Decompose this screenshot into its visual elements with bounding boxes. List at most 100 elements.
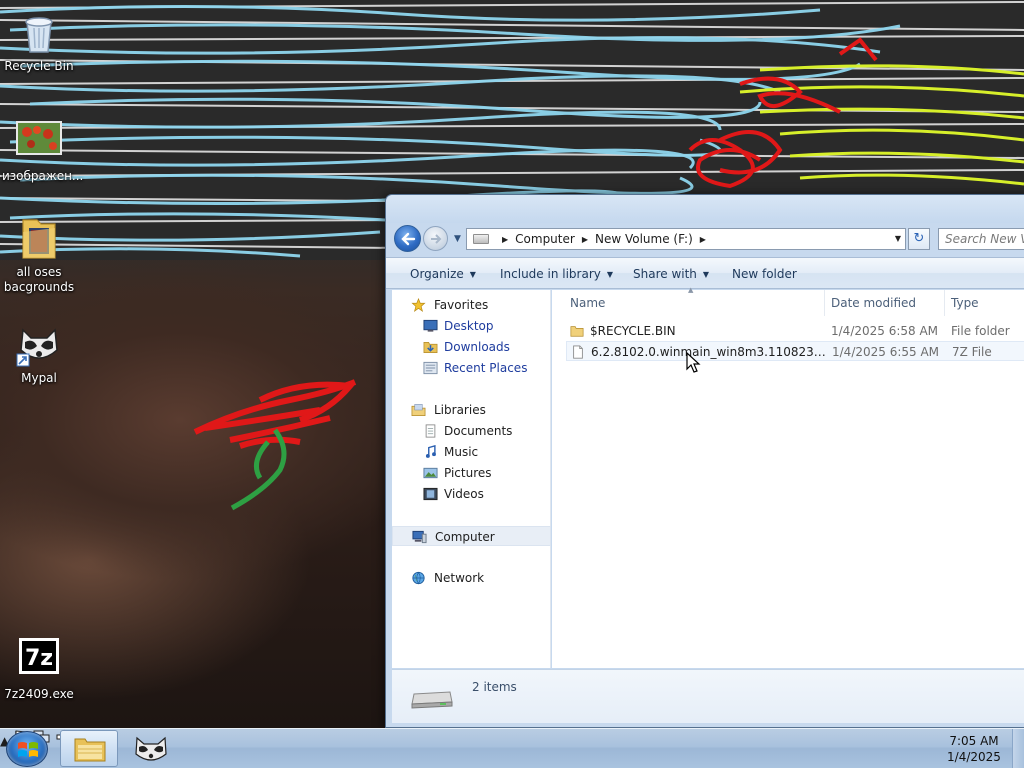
nav-libraries-label: Libraries: [434, 403, 486, 417]
mypal-icon: [135, 736, 167, 761]
recent-places-icon: [423, 361, 438, 375]
address-bar[interactable]: ▶ Computer ▶ New Volume (F:) ▶ ▼: [466, 228, 906, 250]
desktop-icon-mypal[interactable]: Mypal: [0, 320, 78, 386]
chevron-right-icon[interactable]: ▶: [502, 235, 508, 244]
windows-logo-icon: [18, 742, 38, 757]
svg-text:7z: 7z: [25, 646, 53, 671]
recycle-bin-icon: [15, 8, 63, 56]
explorer-window[interactable]: ▼ ▶ Computer ▶ New Volume (F:) ▶ ▼ ↻ Sea…: [385, 194, 1024, 728]
desktop-icon-image-file[interactable]: изображен...: [0, 118, 84, 184]
nav-videos[interactable]: Videos: [392, 484, 551, 504]
nav-videos-label: Videos: [444, 487, 484, 501]
desktop-icon-label: all oses bacgrounds: [3, 265, 75, 294]
desktop-icon-label: изображен...: [2, 169, 84, 183]
file-icon: [573, 345, 583, 359]
navigation-row: ▼ ▶ Computer ▶ New Volume (F:) ▶ ▼ ↻ Sea…: [392, 225, 1024, 255]
nav-music[interactable]: Music: [392, 442, 551, 462]
image-thumbnail-icon: [15, 118, 63, 166]
taskbar: ▲ 7:05 AM 1/4/2025: [0, 728, 1024, 768]
file-name: 6.2.8102.0.winmain_win8m3.110823-1455...: [591, 345, 826, 359]
refresh-icon: ↻: [913, 231, 925, 246]
nav-recent-places[interactable]: Recent Places: [392, 358, 551, 378]
share-with-label: Share with: [633, 267, 697, 281]
desktop-icon-label: 7z2409.exe: [4, 687, 74, 701]
nav-computer[interactable]: Computer: [392, 526, 551, 546]
arrow-right-icon: [431, 234, 442, 244]
nav-music-label: Music: [444, 445, 479, 459]
desktop-icon: [423, 319, 438, 332]
chevron-down-icon: ▼: [702, 270, 710, 279]
organize-label: Organize: [410, 267, 464, 281]
column-header-name[interactable]: Name: [564, 290, 824, 316]
7z-icon: 7z: [15, 636, 63, 684]
desktop-icon-label: Mypal: [21, 371, 57, 385]
navigation-pane: Favorites Desktop Downloads Recent Place…: [392, 290, 551, 668]
libraries-icon: [411, 404, 426, 416]
nav-documents-label: Documents: [444, 424, 513, 438]
nav-libraries[interactable]: Libraries: [392, 400, 551, 420]
desktop-icon-recycle-bin[interactable]: Recycle Bin: [0, 8, 78, 74]
window-title-bar[interactable]: [386, 195, 1024, 223]
nav-downloads-label: Downloads: [444, 340, 510, 354]
file-date-modified: 1/4/2025 6:58 AM: [831, 324, 939, 338]
network-globe-icon: [412, 571, 425, 585]
mouse-cursor-icon: [686, 352, 701, 373]
address-dropdown-icon[interactable]: ▼: [895, 234, 901, 243]
nav-downloads[interactable]: Downloads: [392, 337, 551, 357]
refresh-button[interactable]: ↻: [908, 228, 930, 250]
taskbar-clock[interactable]: 7:05 AM 1/4/2025: [946, 733, 1002, 765]
nav-pictures[interactable]: Pictures: [392, 463, 551, 483]
back-button[interactable]: [394, 225, 421, 252]
music-icon: [425, 445, 436, 458]
nav-network[interactable]: Network: [392, 568, 551, 588]
include-in-library-menu[interactable]: Include in library ▼: [500, 267, 613, 281]
forward-button[interactable]: [423, 226, 448, 251]
downloads-folder-icon: [423, 341, 438, 353]
raccoon-icon: [15, 320, 63, 368]
column-header-date-modified[interactable]: Date modified: [825, 290, 944, 316]
file-type: File folder: [951, 324, 1010, 338]
taskbar-windows-explorer[interactable]: [60, 730, 118, 767]
start-button[interactable]: [6, 731, 48, 767]
breadcrumb-new-volume[interactable]: New Volume (F:): [595, 232, 693, 246]
videos-icon: [423, 487, 438, 501]
item-count: 2 items: [472, 680, 517, 694]
documents-icon: [425, 424, 436, 438]
windows-explorer-icon: [74, 738, 106, 762]
nav-favorites[interactable]: Favorites: [392, 295, 551, 315]
recent-pages-dropdown[interactable]: ▼: [454, 234, 461, 244]
chevron-right-icon[interactable]: ▶: [582, 235, 588, 244]
search-input[interactable]: Search New Volume (F:): [938, 228, 1024, 250]
nav-recent-places-label: Recent Places: [444, 361, 528, 375]
chevron-right-icon[interactable]: ▶: [700, 235, 706, 244]
breadcrumb-computer[interactable]: Computer: [515, 232, 575, 246]
chevron-down-icon: ▼: [469, 270, 476, 279]
star-icon: [411, 298, 426, 312]
desktop-icon-7z-installer[interactable]: 7z 7z2409.exe: [0, 636, 78, 702]
new-folder-button[interactable]: New folder: [732, 267, 797, 281]
desktop-icon-folder[interactable]: all oses bacgrounds: [0, 214, 78, 295]
details-pane: 2 items: [392, 669, 1024, 723]
nav-network-label: Network: [434, 571, 485, 585]
show-desktop-button[interactable]: [1012, 729, 1024, 768]
column-header-type[interactable]: Type: [945, 290, 1024, 316]
taskbar-mypal[interactable]: [122, 730, 180, 767]
computer-icon: [412, 530, 427, 544]
file-row-7z-archive[interactable]: 6.2.8102.0.winmain_win8m3.110823-1455...…: [566, 341, 1024, 361]
file-row-recycle-bin[interactable]: $RECYCLE.BIN 1/4/2025 6:58 AM File folde…: [566, 321, 1024, 341]
folder-icon: [15, 214, 63, 262]
folder-icon: [570, 326, 584, 337]
hard-drive-icon: [411, 691, 453, 709]
clock-time: 7:05 AM: [949, 734, 999, 748]
share-with-menu[interactable]: Share with ▼: [633, 267, 709, 281]
file-type: 7Z File: [952, 345, 992, 359]
nav-pictures-label: Pictures: [444, 466, 492, 480]
include-in-library-label: Include in library: [500, 267, 601, 281]
nav-favorites-label: Favorites: [434, 298, 489, 312]
nav-desktop[interactable]: Desktop: [392, 316, 551, 336]
nav-desktop-label: Desktop: [444, 319, 494, 333]
file-list-view: ▲ Name Date modified Type $RECYCLE.BIN 1…: [552, 286, 1024, 668]
organize-menu[interactable]: Organize ▼: [410, 267, 476, 281]
nav-documents[interactable]: Documents: [392, 421, 551, 441]
clock-date: 1/4/2025: [947, 750, 1001, 764]
